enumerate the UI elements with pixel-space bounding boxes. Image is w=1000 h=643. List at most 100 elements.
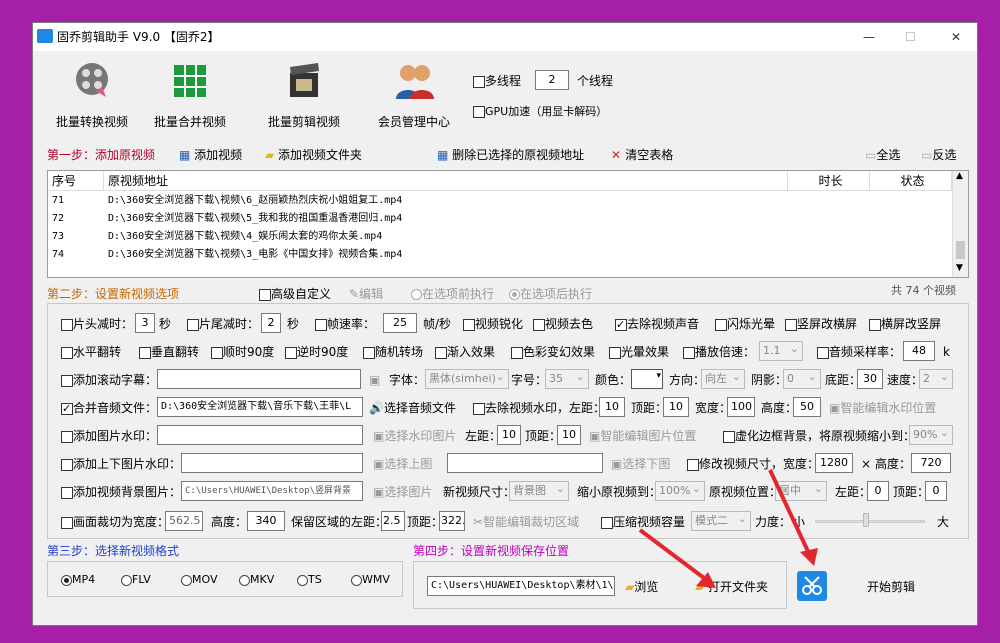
- speed-check[interactable]: [683, 346, 695, 359]
- strength-slider[interactable]: [815, 520, 925, 523]
- resize-width-input[interactable]: 1280: [815, 453, 853, 473]
- run-before-dot[interactable]: [411, 289, 422, 300]
- tail-cut-check[interactable]: [187, 318, 199, 331]
- keep-top-input[interactable]: 322.: [439, 511, 465, 531]
- fps-check[interactable]: [315, 318, 327, 331]
- scroll-caption-check[interactable]: [61, 374, 73, 387]
- format-ts-dot[interactable]: [297, 574, 308, 586]
- merge-audio-check[interactable]: [61, 401, 73, 417]
- bg-img-checkbox[interactable]: 添加视频背景图片：: [61, 484, 181, 500]
- head-cut-input[interactable]: 3: [135, 313, 155, 333]
- strength-slider-thumb[interactable]: [863, 513, 869, 527]
- tail-cut-checkbox[interactable]: 片尾减时：: [187, 316, 259, 332]
- advanced-check[interactable]: [259, 288, 271, 301]
- decolor-checkbox[interactable]: 视频去色: [533, 316, 593, 332]
- remove-audio-checkbox[interactable]: 去除视频声音: [615, 316, 699, 333]
- format-wmv-radio[interactable]: WMV: [351, 572, 390, 588]
- scroll-speed-select[interactable]: 2: [919, 369, 953, 389]
- batch-convert-button[interactable]: 批量转换视频: [47, 59, 137, 130]
- wm-top-input[interactable]: 10: [663, 397, 689, 417]
- batch-merge-button[interactable]: 批量合并视频: [145, 59, 235, 130]
- audio-path-input[interactable]: D:\360安全浏览器下载\音乐下载\王菲\L: [157, 397, 363, 417]
- remove-audio-check[interactable]: [615, 317, 627, 333]
- clear-table-button[interactable]: ✕ 清空表格: [611, 147, 673, 163]
- crop-check[interactable]: [61, 516, 73, 529]
- delete-selected-button[interactable]: ▦ 删除已选择的原视频地址: [437, 147, 584, 163]
- scale-select[interactable]: 90%: [909, 425, 953, 445]
- speed-checkbox[interactable]: 播放倍速：: [683, 344, 755, 360]
- save-path-input[interactable]: C:\Users\HUAWEI\Desktop\素材\1\新: [427, 576, 615, 596]
- v2h-check[interactable]: [785, 318, 797, 331]
- img-left-input[interactable]: 10: [497, 425, 521, 445]
- select-all-button[interactable]: ▭全选: [865, 147, 900, 163]
- multithread-checkbox[interactable]: 多线程: [473, 73, 521, 89]
- compress-checkbox[interactable]: 压缩视频容量: [601, 514, 685, 530]
- scroll-up-icon[interactable]: ▲: [956, 171, 963, 181]
- format-wmv-dot[interactable]: [351, 574, 362, 586]
- maximize-button[interactable]: ☐: [905, 29, 916, 45]
- close-button[interactable]: ✕: [951, 29, 961, 45]
- format-mov-radio[interactable]: MOV: [181, 572, 217, 588]
- random-check[interactable]: [363, 346, 375, 359]
- format-mp4-dot[interactable]: [61, 574, 72, 586]
- table-row[interactable]: 71 D:\360安全浏览器下载\视频\6_赵丽颖热烈庆祝小姐姐复工.mp4: [48, 192, 952, 210]
- img-wm-input[interactable]: [157, 425, 363, 445]
- pos-select[interactable]: 居中: [775, 481, 827, 501]
- remove-wm-checkbox[interactable]: 去除视频水印，左距：: [473, 400, 605, 416]
- bg-img-check[interactable]: [61, 486, 73, 499]
- edit-button[interactable]: ✎编辑: [349, 286, 383, 302]
- remove-wm-check[interactable]: [473, 402, 485, 415]
- format-ts-radio[interactable]: TS: [297, 572, 322, 588]
- hflip-check[interactable]: [61, 346, 73, 359]
- resize-height-input[interactable]: 720: [911, 453, 951, 473]
- table-row[interactable]: 74 D:\360安全浏览器下载\视频\3_电影《中国女排》视频合集.mp4: [48, 246, 952, 264]
- choose-up-button[interactable]: ▣选择上图: [373, 456, 432, 472]
- color-fx-check[interactable]: [511, 346, 523, 359]
- flash-checkbox[interactable]: 闪烁光晕: [715, 316, 775, 332]
- format-flv-radio[interactable]: FLV: [121, 572, 151, 588]
- table-row[interactable]: 73 D:\360安全浏览器下载\视频\4_娱乐闹太套的鸡你太美.mp4: [48, 228, 952, 246]
- bg-top-input[interactable]: 0: [925, 481, 947, 501]
- color-fx-checkbox[interactable]: 色彩变幻效果: [511, 344, 595, 360]
- choose-img-button[interactable]: ▣选择图片: [373, 484, 432, 500]
- tail-cut-input[interactable]: 2: [261, 313, 281, 333]
- fps-input[interactable]: 25: [383, 313, 417, 333]
- choose-audio-button[interactable]: 🔊选择音频文件: [369, 400, 456, 416]
- new-size-select[interactable]: 背景图: [509, 481, 569, 501]
- head-cut-checkbox[interactable]: 片头减时：: [61, 316, 133, 332]
- size-select[interactable]: 35: [545, 369, 589, 389]
- minimize-button[interactable]: —: [863, 29, 875, 45]
- updown-check[interactable]: [61, 458, 73, 471]
- light-check[interactable]: [609, 346, 621, 359]
- decolor-check[interactable]: [533, 318, 545, 331]
- merge-audio-checkbox[interactable]: 合并音频文件：: [61, 400, 157, 417]
- scroll-caption-input[interactable]: [157, 369, 361, 389]
- sharpen-check[interactable]: [463, 318, 475, 331]
- down-img-input[interactable]: [447, 453, 603, 473]
- scroll-thumb[interactable]: [956, 241, 965, 259]
- format-flv-dot[interactable]: [121, 574, 132, 586]
- samplerate-input[interactable]: 48: [903, 341, 935, 361]
- smart-crop-button[interactable]: ✂智能编辑裁切区域: [473, 514, 579, 530]
- table-scrollbar[interactable]: ▲ ▼: [952, 171, 968, 277]
- bottom-input[interactable]: 30: [857, 369, 883, 389]
- fadein-check[interactable]: [435, 346, 447, 359]
- ccw90-checkbox[interactable]: 逆时90度: [285, 344, 348, 360]
- thread-count-input[interactable]: 2: [535, 70, 569, 90]
- color-picker[interactable]: ▾: [631, 369, 663, 389]
- blur-check[interactable]: [723, 430, 735, 443]
- light-checkbox[interactable]: 光暈效果: [609, 344, 669, 360]
- member-center-button[interactable]: 会员管理中心: [369, 59, 459, 130]
- vflip-checkbox[interactable]: 垂直翻转: [139, 344, 199, 360]
- crop-checkbox[interactable]: 画面裁切为宽度：: [61, 514, 169, 530]
- samplerate-check[interactable]: [817, 346, 829, 359]
- open-folder-button[interactable]: ▰ 打开文件夹: [695, 579, 768, 595]
- run-after-dot[interactable]: [509, 289, 520, 300]
- hflip-checkbox[interactable]: 水平翻转: [61, 344, 121, 360]
- format-mp4-radio[interactable]: MP4: [61, 572, 95, 588]
- resize-check[interactable]: [687, 458, 699, 471]
- vflip-check[interactable]: [139, 346, 151, 359]
- sharpen-checkbox[interactable]: 视频锐化: [463, 316, 523, 332]
- fps-checkbox[interactable]: 帧速率：: [315, 316, 375, 332]
- crop-height-input[interactable]: 340: [247, 511, 285, 531]
